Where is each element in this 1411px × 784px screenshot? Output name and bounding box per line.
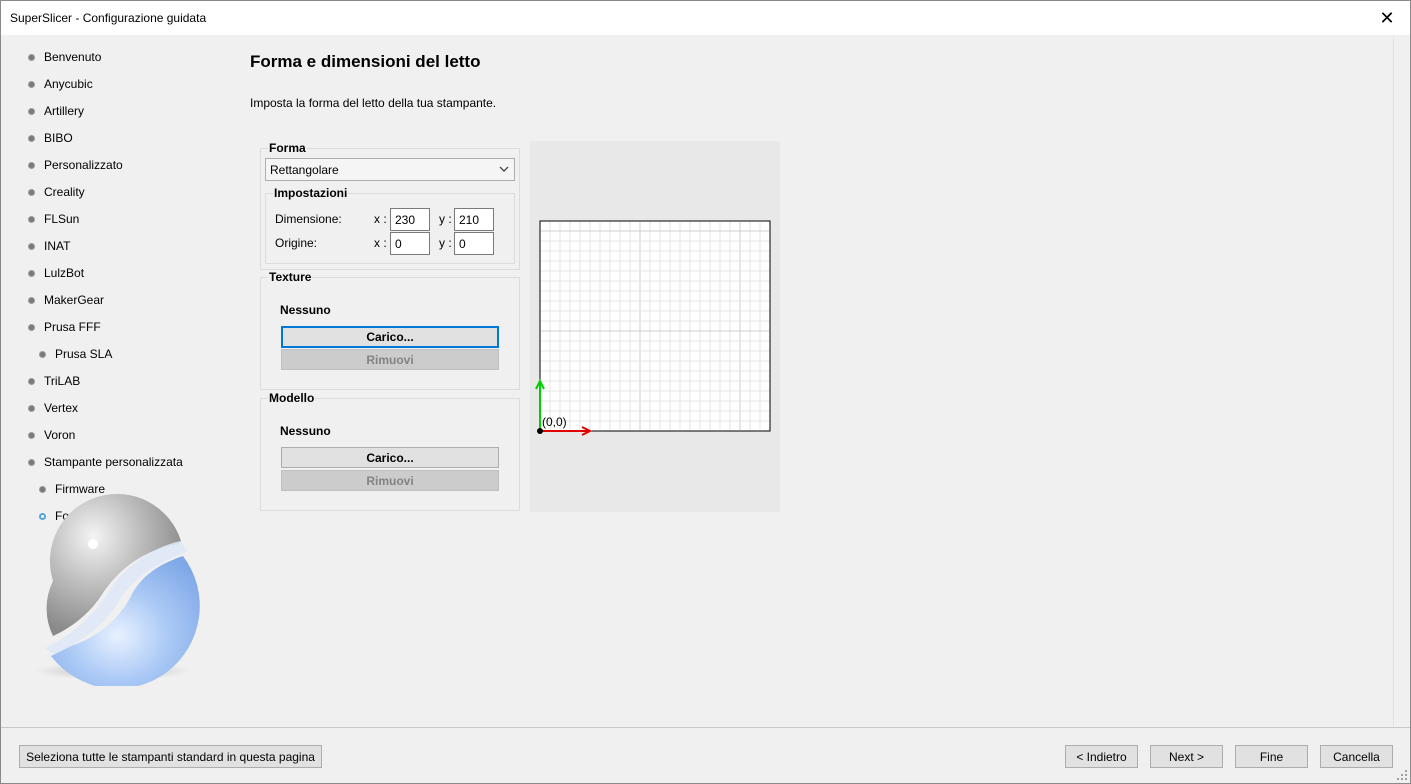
sidebar-item[interactable]: Anycubic	[28, 74, 93, 94]
bullet-icon	[28, 53, 35, 61]
bullet-icon	[28, 404, 35, 412]
bullet-icon	[28, 323, 35, 331]
bullet-icon	[28, 215, 35, 223]
superslicer-logo	[35, 493, 200, 686]
page-description: Imposta la forma del letto della tua sta…	[250, 96, 497, 110]
bullet-icon	[28, 296, 35, 304]
model-value: Nessuno	[280, 424, 331, 438]
close-icon[interactable]: ✕	[1364, 1, 1410, 35]
shape-select[interactable]: Rettangolare	[265, 158, 515, 181]
origin-x-prefix: x :	[374, 236, 387, 250]
sidebar-item-label: Benvenuto	[44, 50, 102, 64]
size-x-prefix: x :	[374, 212, 387, 226]
size-label: Dimensione:	[275, 212, 342, 226]
sidebar-item[interactable]: FLSun	[28, 209, 79, 229]
footer-separator	[1, 727, 1410, 728]
bed-preview-canvas: (0,0)	[535, 220, 771, 436]
sidebar-item-label: LulzBot	[44, 266, 85, 280]
bullet-icon	[28, 134, 35, 142]
sidebar-item-label: Stampante personalizzata	[44, 455, 183, 469]
origin-y-prefix: y :	[439, 236, 452, 250]
sidebar-item-label: Prusa SLA	[55, 347, 113, 361]
settings-group-label: Impostazioni	[273, 186, 349, 200]
sidebar-item-label: MakerGear	[44, 293, 105, 307]
sidebar-item-label: Artillery	[44, 104, 85, 118]
texture-load-button[interactable]: Carico...	[281, 326, 499, 348]
resize-grip-icon[interactable]	[1396, 769, 1408, 781]
title-bar: SuperSlicer - Configurazione guidata ✕	[1, 1, 1410, 35]
sidebar-item[interactable]: BIBO	[28, 128, 73, 148]
sidebar-item-label: Personalizzato	[44, 158, 123, 172]
size-y-input[interactable]	[454, 208, 494, 231]
shape-group-label: Forma	[268, 141, 307, 155]
shape-select-value: Rettangolare	[270, 162, 339, 177]
sidebar-item-label: Voron	[44, 428, 76, 442]
texture-value: Nessuno	[280, 303, 331, 317]
sidebar-item-label: BIBO	[44, 131, 73, 145]
back-button[interactable]: < Indietro	[1065, 745, 1138, 768]
finish-button[interactable]: Fine	[1235, 745, 1308, 768]
wizard-window: SuperSlicer - Configurazione guidata ✕ B…	[0, 0, 1411, 784]
origin-label-text: (0,0)	[542, 415, 567, 429]
origin-y-input[interactable]	[454, 232, 494, 255]
sidebar-item[interactable]: INAT	[28, 236, 70, 256]
sidebar-item[interactable]: Stampante personalizzata	[28, 452, 183, 472]
sidebar-item[interactable]: Creality	[28, 182, 85, 202]
vertical-scrollbar[interactable]	[1393, 36, 1410, 726]
sidebar-item[interactable]: Artillery	[28, 101, 84, 121]
sidebar-item-label: TriLAB	[44, 374, 81, 388]
bullet-icon	[28, 80, 35, 88]
bullet-icon	[28, 107, 35, 115]
sidebar-item[interactable]: LulzBot	[28, 263, 84, 283]
chevron-down-icon	[499, 166, 509, 172]
sidebar-item-label: Creality	[44, 185, 85, 199]
texture-remove-button[interactable]: Rimuovi	[281, 349, 499, 370]
bullet-icon	[28, 431, 35, 439]
sidebar-item[interactable]: Benvenuto	[28, 47, 101, 67]
page-title: Forma e dimensioni del letto	[250, 52, 481, 71]
bullet-icon	[28, 242, 35, 250]
sidebar-item[interactable]: MakerGear	[28, 290, 104, 310]
model-group-label: Modello	[268, 391, 316, 405]
sidebar-item-label: Prusa FFF	[44, 320, 101, 334]
sidebar-item[interactable]: Prusa FFF	[28, 317, 101, 337]
bed-preview: (0,0)	[530, 141, 780, 512]
cancel-button[interactable]: Cancella	[1320, 745, 1393, 768]
origin-label: Origine:	[275, 236, 318, 250]
next-button[interactable]: Next >	[1150, 745, 1223, 768]
bullet-icon	[28, 161, 35, 169]
sidebar-item[interactable]: TriLAB	[28, 371, 80, 391]
bullet-icon	[28, 458, 35, 466]
bullet-icon	[28, 377, 35, 385]
texture-group-label: Texture	[268, 270, 313, 284]
sidebar-item[interactable]: Prusa SLA	[39, 344, 112, 364]
sidebar-item-label: Vertex	[44, 401, 79, 415]
window-title: SuperSlicer - Configurazione guidata	[10, 11, 207, 25]
size-x-input[interactable]	[390, 208, 430, 231]
bed-rectangle	[539, 220, 771, 432]
bullet-icon	[28, 269, 35, 277]
size-y-prefix: y :	[439, 212, 452, 226]
sidebar-item-label: FLSun	[44, 212, 80, 226]
sidebar-item-label: INAT	[44, 239, 71, 253]
sidebar-item[interactable]: Vertex	[28, 398, 78, 418]
bullet-icon	[28, 188, 35, 196]
select-all-button[interactable]: Seleziona tutte le stampanti standard in…	[19, 745, 322, 768]
sidebar-item[interactable]: Personalizzato	[28, 155, 123, 175]
bullet-icon	[39, 350, 46, 358]
model-load-button[interactable]: Carico...	[281, 447, 499, 468]
model-remove-button[interactable]: Rimuovi	[281, 470, 499, 491]
sidebar-item-label: Anycubic	[44, 77, 93, 91]
origin-x-input[interactable]	[390, 232, 430, 255]
sidebar-item[interactable]: Voron	[28, 425, 75, 445]
